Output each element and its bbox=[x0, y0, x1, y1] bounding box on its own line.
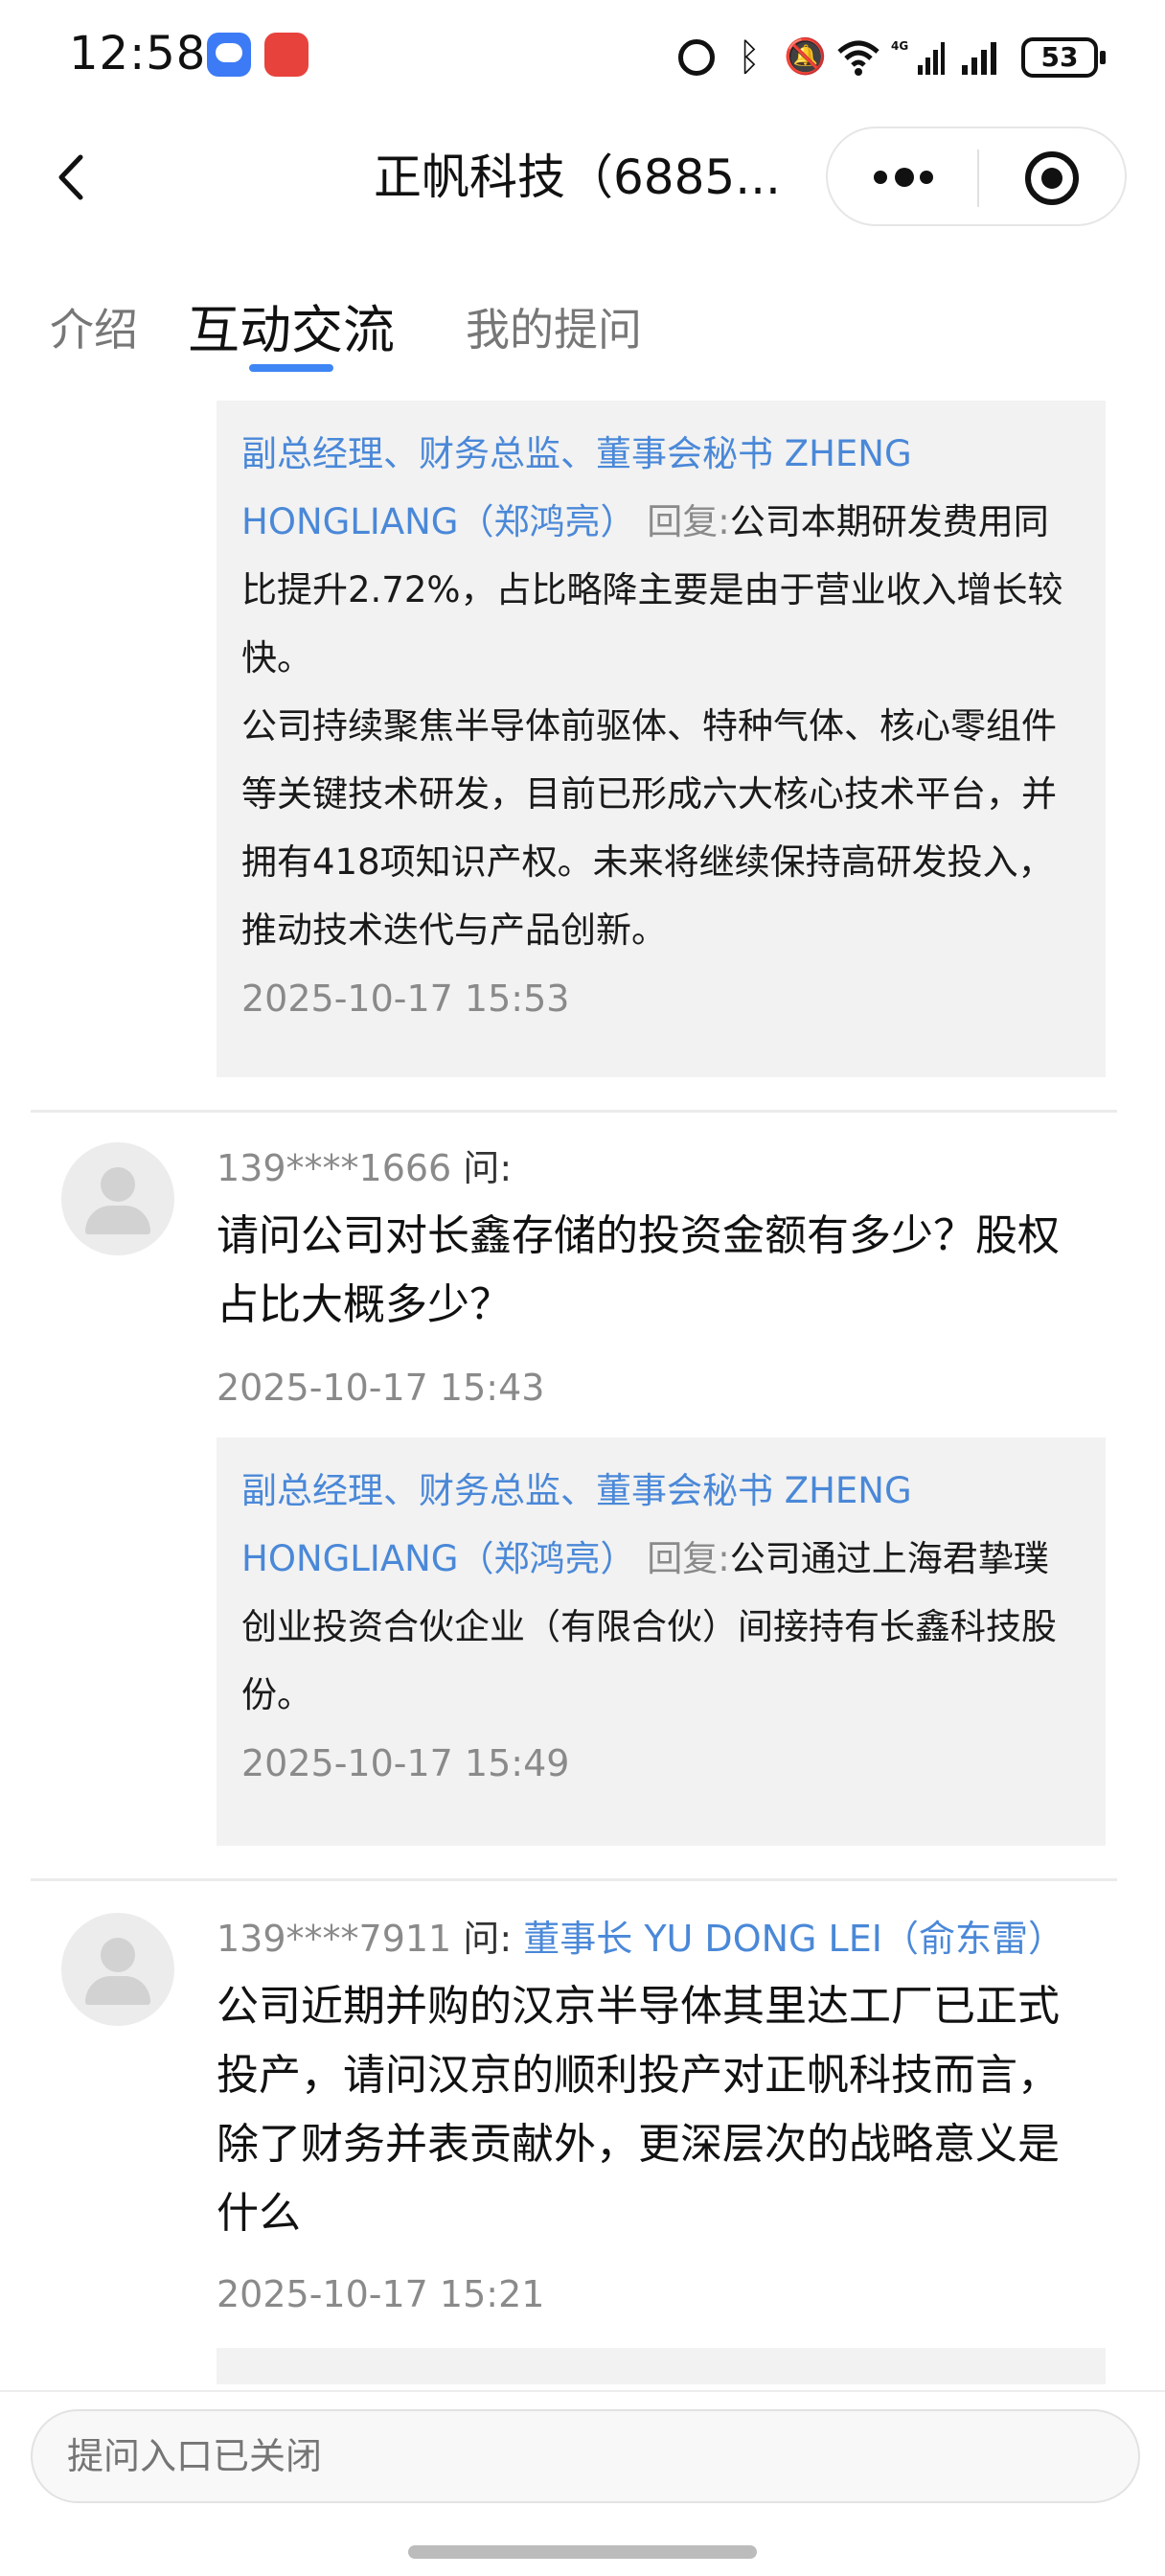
signal-icon bbox=[960, 38, 1006, 77]
mini-program-capsule bbox=[826, 126, 1127, 226]
tab-my-questions[interactable]: 我的提问 bbox=[466, 295, 642, 358]
question-text: 请问公司对长鑫存储的投资金额有多少？股权占比大概多少？ bbox=[217, 1211, 1060, 1329]
app-gallery-icon bbox=[264, 33, 308, 77]
status-icons: ᛒ 🔕 4G 53 bbox=[678, 29, 1106, 86]
bottom-bar bbox=[0, 2390, 1165, 2576]
reply-label: 回复: bbox=[647, 1538, 730, 1579]
reply-box: 副总经理、财务总监、董事会秘书 ZHENG HONGLIANG（郑鸿亮） 回复:… bbox=[217, 401, 1106, 1077]
reply-time: 2025-10-17 15:53 bbox=[241, 978, 570, 1020]
question-user: 139****7911 bbox=[217, 1918, 452, 1960]
question-label: 问: bbox=[463, 1147, 513, 1189]
back-arrow-icon[interactable] bbox=[48, 153, 96, 201]
question-meta: 139****1666 问: bbox=[217, 1138, 512, 1191]
question-input[interactable] bbox=[31, 2409, 1140, 2503]
status-bar: 12:58 ᛒ 🔕 4G 53 bbox=[0, 0, 1165, 115]
tab-bar: 介绍 互动交流 我的提问 bbox=[0, 288, 1165, 383]
question-label: 问: bbox=[463, 1918, 513, 1960]
reply-content: 副总经理、财务总监、董事会秘书 ZHENG HONGLIANG（郑鸿亮） 回复:… bbox=[241, 420, 1081, 964]
question-time: 2025-10-17 15:21 bbox=[217, 2273, 545, 2315]
question-target[interactable]: 董事长 YU DONG LEI（俞东雷） bbox=[523, 1918, 1064, 1960]
nav-bar: 正帆科技（6885... bbox=[0, 125, 1165, 230]
tab-interaction[interactable]: 互动交流 bbox=[188, 288, 395, 363]
battery-icon: 53 bbox=[1021, 37, 1106, 78]
bluetooth-icon: ᛒ bbox=[738, 35, 761, 80]
status-time: 12:58 bbox=[69, 27, 207, 80]
divider bbox=[31, 1878, 1117, 1881]
mute-icon: 🔕 bbox=[784, 37, 827, 77]
svg-text:4G: 4G bbox=[891, 39, 908, 53]
close-miniprogram-icon[interactable] bbox=[1025, 151, 1079, 205]
reply-label: 回复: bbox=[647, 501, 730, 542]
reply-box-partial bbox=[217, 2348, 1106, 2384]
active-tab-indicator bbox=[249, 364, 333, 372]
reply-text: 公司本期研发费用同比提升2.72%，占比略降主要是由于营业收入增长较快。 公司持… bbox=[241, 501, 1063, 951]
avatar bbox=[61, 1913, 174, 2026]
divider bbox=[31, 1110, 1117, 1113]
signal-4g-icon: 4G bbox=[891, 38, 945, 77]
avatar bbox=[61, 1142, 174, 1255]
tab-intro[interactable]: 介绍 bbox=[50, 295, 138, 358]
page-title: 正帆科技（6885... bbox=[374, 150, 781, 205]
messages-app-icon bbox=[207, 33, 251, 77]
more-icon[interactable] bbox=[874, 163, 935, 194]
wifi-icon bbox=[837, 38, 879, 77]
question-meta: 139****7911 问: 董事长 YU DONG LEI（俞东雷） bbox=[217, 1909, 1064, 1962]
alarm-icon bbox=[678, 39, 715, 76]
capsule-divider bbox=[977, 150, 979, 207]
qa-list[interactable]: 副总经理、财务总监、董事会秘书 ZHENG HONGLIANG（郑鸿亮） 回复:… bbox=[0, 401, 1165, 2384]
reply-box: 副总经理、财务总监、董事会秘书 ZHENG HONGLIANG（郑鸿亮） 回复:… bbox=[217, 1438, 1106, 1846]
question-user: 139****1666 bbox=[217, 1147, 452, 1189]
reply-content: 副总经理、财务总监、董事会秘书 ZHENG HONGLIANG（郑鸿亮） 回复:… bbox=[241, 1457, 1081, 1729]
question-text: 公司近期并购的汉京半导体其里达工厂已正式投产，请问汉京的顺利投产对正帆科技而言，… bbox=[217, 1982, 1060, 2238]
home-indicator[interactable] bbox=[408, 2545, 757, 2559]
reply-time: 2025-10-17 15:49 bbox=[241, 1742, 570, 1784]
question-time: 2025-10-17 15:43 bbox=[217, 1367, 545, 1409]
